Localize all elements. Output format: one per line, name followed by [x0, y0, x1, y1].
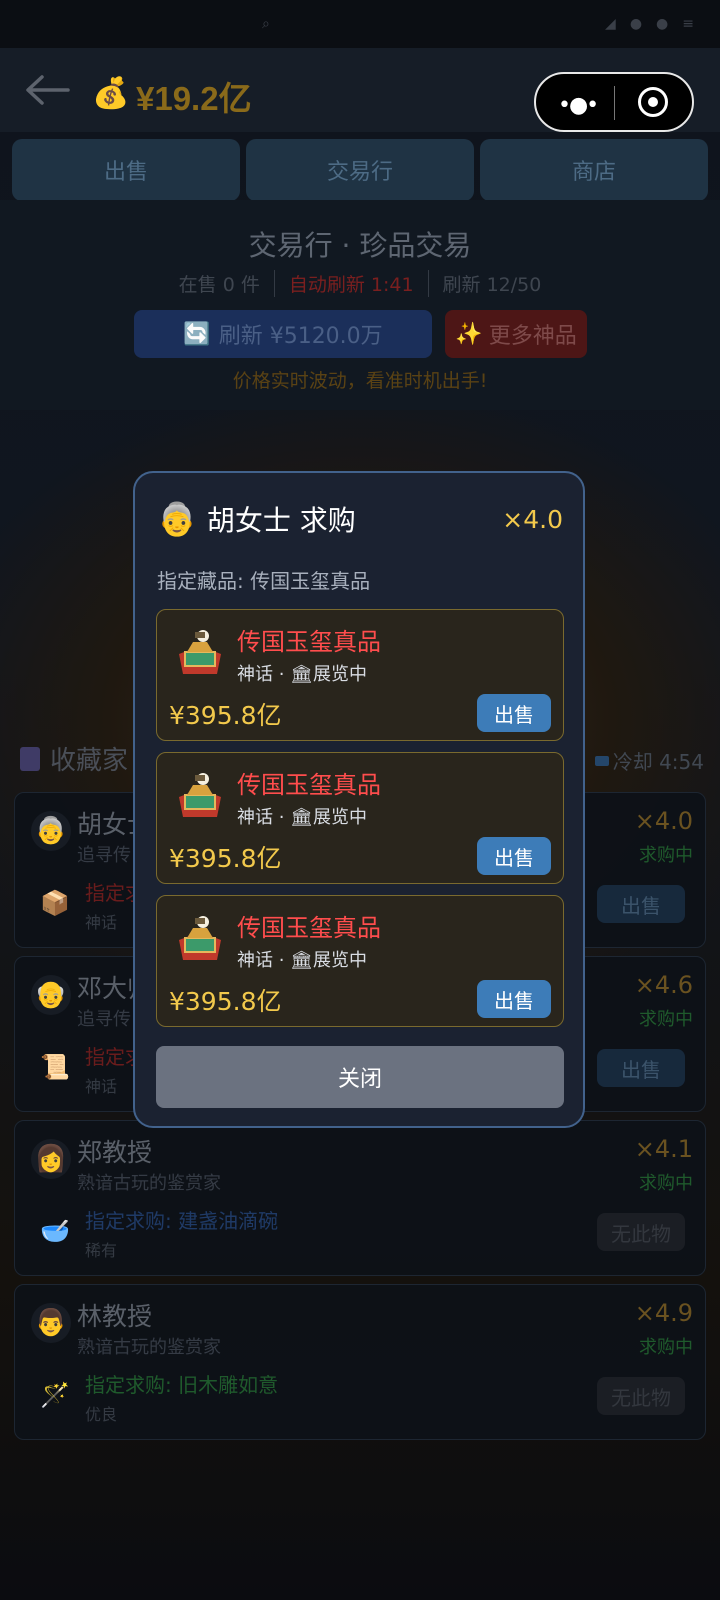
professor-avatar-icon: 👨: [31, 1303, 71, 1343]
nav-tabs: 出售 交易行 商店: [12, 139, 708, 201]
collector-card: 👩 郑教授 熟谙古玩的鉴赏家 ×4.1 求购中 🥣 指定求购: 建盏油滴碗 稀有…: [14, 1120, 706, 1276]
bowl-icon: 🥣: [40, 1217, 70, 1245]
auto-refresh-timer: 自动刷新 1:41: [273, 270, 428, 297]
more-treasures-button[interactable]: ✨ 更多神品: [445, 310, 587, 358]
market-panel: 交易行 · 珍品交易 在售 0 件 自动刷新 1:41 刷新 12/50 🔄 刷…: [0, 200, 720, 410]
refresh-count: 刷新 12/50: [427, 270, 556, 297]
tab-exchange[interactable]: 交易行: [246, 139, 474, 201]
offer-price: ¥395.8亿: [169, 844, 282, 873]
cooldown-text: 冷却 4:54: [612, 750, 704, 774]
book-icon: [20, 746, 40, 771]
offer-item: 传国玉玺真品 神话 · 🏛展览中 ¥395.8亿 出售: [156, 752, 564, 884]
refresh-button[interactable]: 🔄 刷新 ¥5120.0万: [134, 310, 432, 358]
offer-name: 传国玉玺真品: [237, 914, 381, 942]
wanted-item: 指定求购: 旧木雕如意: [85, 1373, 279, 1397]
more-options-icon[interactable]: •●•: [558, 93, 599, 118]
wanted-item: 指定求购: 建盏油滴碗: [85, 1209, 279, 1233]
item-rarity: 优良: [85, 1405, 118, 1424]
bell-icon: ●: [629, 16, 643, 32]
miniprogram-capsule: •●•: [534, 72, 694, 132]
grandma-avatar-icon: 👵: [31, 811, 71, 851]
item-rarity: 神话: [85, 913, 118, 932]
offer-item: 传国玉玺真品 神话 · 🏛展览中 ¥395.8亿 出售: [156, 895, 564, 1027]
elder-avatar-icon: 👴: [31, 975, 71, 1015]
cooldown-icon: [594, 755, 609, 766]
search-icon: ⌕: [262, 16, 270, 32]
balance: ¥19.2亿: [136, 80, 252, 117]
sell-button[interactable]: 出售: [597, 885, 685, 923]
collector-desc: 熟谙古玩的鉴赏家: [77, 1337, 221, 1358]
collector-multiplier: ×4.1: [634, 1135, 693, 1163]
dialog-header: 👵 胡女士 求购: [157, 499, 356, 539]
ruyi-icon: 🪄: [40, 1381, 70, 1409]
offer-name: 传国玉玺真品: [237, 771, 381, 799]
user-icon: ●: [656, 16, 669, 32]
offer-item: 传国玉玺真品 神话 · 🏛展览中 ¥395.8亿 出售: [156, 609, 564, 741]
sell-button[interactable]: 出售: [477, 837, 551, 875]
professor-avatar-icon: 👩: [31, 1139, 71, 1179]
offer-name: 传国玉玺真品: [237, 628, 381, 656]
dialog-subtitle: 指定藏品: 传国玉玺真品: [157, 569, 371, 593]
item-rarity: 稀有: [85, 1241, 118, 1260]
cooldown-timer: 冷却 4:54: [594, 746, 704, 775]
dialog-multiplier: ×4.0: [502, 505, 563, 534]
collector-status: 求购中: [639, 845, 693, 866]
collector-desc: 追寻传: [77, 845, 131, 866]
on-sale-count: 在售 0 件: [178, 274, 260, 296]
sell-button[interactable]: 出售: [477, 694, 551, 732]
back-arrow-icon[interactable]: [24, 70, 70, 110]
not-owned-button[interactable]: 无此物: [597, 1377, 685, 1415]
collector-name: 林教授: [77, 1302, 153, 1331]
status-bar: ⌕ ◢ ● ● ≡: [0, 0, 720, 48]
close-miniprogram-icon[interactable]: [638, 87, 668, 117]
collector-multiplier: ×4.6: [634, 971, 693, 999]
app-header: 💰 ¥19.2亿 •●•: [0, 48, 720, 132]
jade-seal-icon: [179, 916, 221, 960]
market-stats: 在售 0 件 自动刷新 1:41 刷新 12/50: [0, 270, 720, 297]
market-title: 交易行 · 珍品交易: [248, 229, 472, 262]
signal-icon: ◢: [605, 16, 616, 32]
money-bag-icon: 💰: [92, 76, 130, 111]
tab-sell[interactable]: 出售: [12, 139, 240, 201]
grandma-avatar-icon: 👵: [157, 500, 197, 538]
sell-button[interactable]: 出售: [597, 1049, 685, 1087]
jade-seal-icon: [179, 630, 221, 674]
collector-status: 求购中: [639, 1337, 693, 1358]
collector-card: 👨 林教授 熟谙古玩的鉴赏家 ×4.9 求购中 🪄 指定求购: 旧木雕如意 优良…: [14, 1284, 706, 1440]
collector-desc: 追寻传: [77, 1009, 131, 1030]
collectors-title: 收藏家: [50, 746, 129, 776]
capsule-divider: [614, 86, 615, 120]
offer-price: ¥395.8亿: [169, 987, 282, 1016]
offer-meta: 神话 · 🏛展览中: [237, 807, 368, 828]
offer-price: ¥395.8亿: [169, 701, 282, 730]
jade-seal-icon: [179, 773, 221, 817]
more-label: 更多神品: [488, 324, 577, 349]
jade-seal-icon: 📦: [40, 889, 70, 917]
market-hint: 价格实时波动，看准时机出手!: [232, 370, 488, 392]
collectors-heading: 收藏家: [20, 740, 128, 777]
collector-multiplier: ×4.9: [634, 1299, 693, 1327]
collector-status: 求购中: [639, 1173, 693, 1194]
collector-desc: 熟谙古玩的鉴赏家: [77, 1173, 221, 1194]
scroll-icon: 📜: [40, 1053, 70, 1081]
offer-meta: 神话 · 🏛展览中: [237, 950, 368, 971]
refresh-icon: 🔄: [183, 321, 211, 347]
tab-shop[interactable]: 商店: [480, 139, 708, 201]
refresh-label: 刷新 ¥5120.0万: [218, 324, 383, 349]
dialog-title: 胡女士 求购: [206, 504, 356, 537]
collector-name: 郑教授: [77, 1138, 153, 1167]
close-button[interactable]: 关闭: [156, 1046, 564, 1108]
offer-meta: 神话 · 🏛展览中: [237, 664, 368, 685]
collector-multiplier: ×4.0: [634, 807, 693, 835]
not-owned-button[interactable]: 无此物: [597, 1213, 685, 1251]
sell-button[interactable]: 出售: [477, 980, 551, 1018]
collector-status: 求购中: [639, 1009, 693, 1030]
purchase-request-dialog: 👵 胡女士 求购 ×4.0 指定藏品: 传国玉玺真品 传国玉玺真品 神话 · 🏛…: [133, 471, 585, 1128]
menu-icon: ≡: [682, 16, 694, 32]
item-rarity: 神话: [85, 1077, 118, 1096]
sparkle-icon: ✨: [455, 321, 483, 347]
